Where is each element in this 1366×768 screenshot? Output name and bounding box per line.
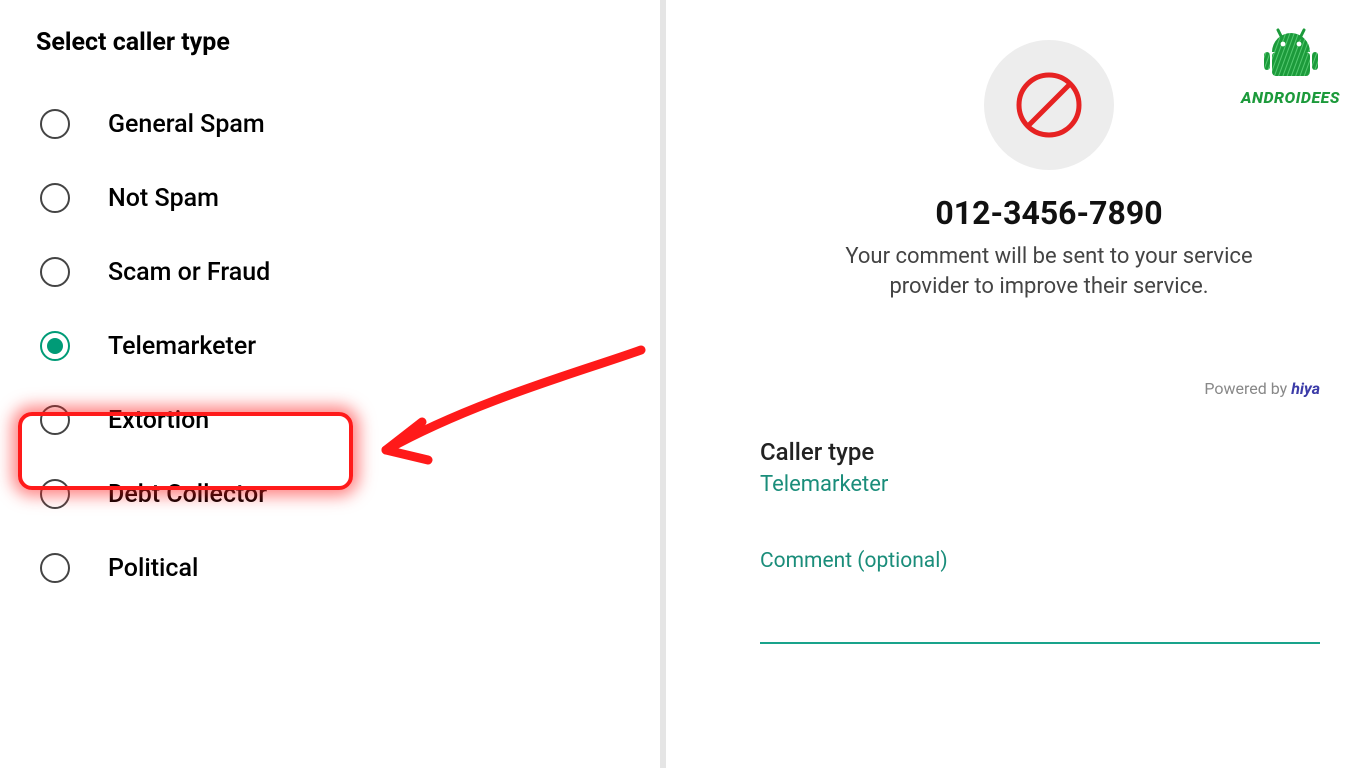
- watermark-text: ANDROIDEES: [1241, 88, 1340, 107]
- radio-label: Political: [108, 554, 198, 583]
- radio-icon: [40, 331, 70, 361]
- powered-brand: hiya: [1291, 379, 1320, 398]
- radio-option-debt-collector[interactable]: Debt Collector: [36, 457, 640, 531]
- radio-icon: [40, 257, 70, 287]
- blocked-icon-circle: [984, 40, 1114, 170]
- description-text: Your comment will be sent to your servic…: [760, 242, 1338, 301]
- radio-icon: [40, 479, 70, 509]
- android-icon: [1258, 26, 1324, 82]
- powered-prefix: Powered by: [1204, 379, 1291, 398]
- radio-option-scam-or-fraud[interactable]: Scam or Fraud: [36, 235, 640, 309]
- radio-option-extortion[interactable]: Extortion: [36, 383, 640, 457]
- radio-label: Telemarketer: [108, 332, 256, 361]
- radio-option-telemarketer[interactable]: Telemarketer: [36, 309, 640, 383]
- radio-icon: [40, 405, 70, 435]
- radio-icon: [40, 109, 70, 139]
- watermark-logo: ANDROIDEES: [1241, 26, 1340, 107]
- radio-icon: [40, 183, 70, 213]
- radio-option-not-spam[interactable]: Not Spam: [36, 161, 640, 235]
- radio-label: General Spam: [108, 110, 265, 139]
- description-line-2: provider to improve their service.: [889, 274, 1208, 299]
- radio-label: Extortion: [108, 406, 209, 435]
- radio-label: Debt Collector: [108, 480, 267, 509]
- panel-divider: [660, 0, 666, 768]
- caller-type-label: Caller type: [760, 438, 1338, 466]
- radio-option-political[interactable]: Political: [36, 531, 640, 605]
- comment-input[interactable]: [760, 603, 1320, 644]
- caller-type-selector-panel: Select caller type General Spam Not Spam S…: [0, 0, 640, 768]
- panel-title: Select caller type: [36, 28, 640, 57]
- comment-label: Comment (optional): [760, 549, 1338, 573]
- radio-label: Not Spam: [108, 184, 219, 213]
- caller-type-radio-list: General Spam Not Spam Scam or Fraud Telemar…: [36, 87, 640, 605]
- block-icon: [1014, 70, 1084, 140]
- radio-label: Scam or Fraud: [108, 258, 270, 287]
- radio-icon: [40, 553, 70, 583]
- radio-dot-icon: [47, 338, 63, 354]
- caller-type-value[interactable]: Telemarketer: [760, 472, 1338, 497]
- phone-number: 012-3456-7890: [760, 194, 1338, 232]
- radio-option-general-spam[interactable]: General Spam: [36, 87, 640, 161]
- description-line-1: Your comment will be sent to your servic…: [845, 244, 1252, 269]
- powered-by-label: Powered by hiya: [760, 379, 1338, 398]
- report-caller-panel: 012-3456-7890 Your comment will be sent …: [700, 0, 1366, 768]
